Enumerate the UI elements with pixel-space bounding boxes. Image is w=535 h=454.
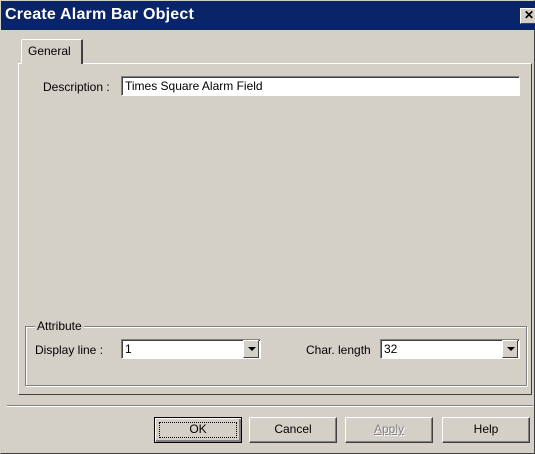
title-bar[interactable]: Create Alarm Bar Object ✕ xyxy=(1,1,535,30)
tab-general[interactable]: General xyxy=(21,39,83,64)
chevron-down-icon[interactable] xyxy=(243,340,259,358)
cancel-button[interactable]: Cancel xyxy=(249,417,337,443)
display-line-value: 1 xyxy=(125,342,132,356)
apply-button[interactable]: Apply xyxy=(345,417,433,443)
focus-rect xyxy=(159,422,237,438)
separator xyxy=(7,405,533,407)
description-label: Description : xyxy=(43,80,110,94)
char-length-value: 32 xyxy=(384,342,398,356)
help-button-label: Help xyxy=(473,422,499,436)
tab-general-label: General xyxy=(28,44,71,58)
close-icon: ✕ xyxy=(523,8,535,22)
display-line-label: Display line : xyxy=(35,343,104,357)
cancel-button-label: Cancel xyxy=(274,422,312,436)
description-input[interactable]: Times Square Alarm Field xyxy=(121,76,520,96)
apply-button-label: Apply xyxy=(373,422,405,436)
char-length-label: Char. length xyxy=(306,343,371,357)
window-title: Create Alarm Bar Object xyxy=(5,6,194,23)
help-button[interactable]: Help xyxy=(442,417,530,443)
attribute-group-label: Attribute xyxy=(35,319,84,333)
dialog-window: Create Alarm Bar Object ✕ General Descri… xyxy=(0,0,535,454)
chevron-down-icon[interactable] xyxy=(502,340,518,358)
ok-button[interactable]: OK xyxy=(154,417,242,443)
display-line-select[interactable]: 1 xyxy=(121,339,261,359)
close-button[interactable]: ✕ xyxy=(520,8,535,24)
char-length-select[interactable]: 32 xyxy=(380,339,520,359)
